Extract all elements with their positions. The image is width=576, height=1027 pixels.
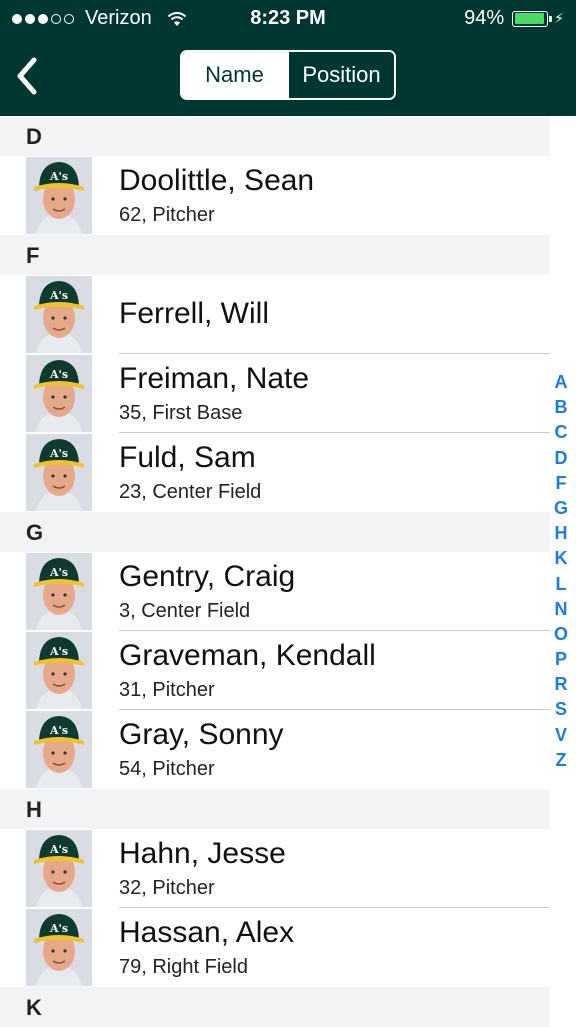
player-photo: A's	[26, 553, 92, 630]
player-name: Graveman, Kendall	[119, 639, 376, 672]
player-row[interactable]: A's Gray, Sonny 54, Pitcher	[0, 710, 550, 789]
player-name: Doolittle, Sean	[119, 164, 315, 197]
player-number-position: 54, Pitcher	[119, 758, 215, 780]
player-number-position: 3, Center Field	[119, 600, 251, 622]
index-letter[interactable]: K	[555, 546, 568, 571]
player-number-position: 79, Right Field	[119, 956, 248, 978]
charging-bolt-icon: ⚡	[554, 10, 564, 26]
index-letter[interactable]: F	[556, 471, 567, 496]
svg-text:A's: A's	[49, 368, 68, 381]
index-letter[interactable]: N	[555, 597, 568, 622]
section-header: K	[0, 987, 550, 1027]
svg-text:A's: A's	[49, 843, 68, 856]
player-photo: A's	[26, 355, 92, 432]
player-photo: A's	[26, 434, 92, 511]
player-row[interactable]: A's Hassan, Alex 79, Right Field	[0, 908, 550, 987]
segment-position[interactable]: Position	[287, 52, 394, 98]
player-number-position: 35, First Base	[119, 402, 243, 424]
index-letter[interactable]: L	[556, 572, 567, 597]
index-letter[interactable]: A	[555, 370, 568, 395]
player-name: Gentry, Craig	[119, 560, 296, 593]
index-letter[interactable]: B	[555, 395, 568, 420]
index-letter[interactable]: R	[555, 672, 568, 697]
alphabet-index[interactable]: ABCDFGHKLNOPRSVZ	[552, 370, 570, 773]
battery-percentage: 94%	[464, 7, 505, 29]
battery-icon	[512, 10, 553, 27]
player-name: Ferrell, Will	[119, 297, 269, 330]
svg-text:A's: A's	[49, 289, 68, 302]
chevron-left-icon	[17, 57, 37, 95]
section-letter: G	[26, 520, 44, 545]
index-letter[interactable]: S	[555, 697, 567, 722]
roster-list[interactable]: D A's Doolittle, Sean 62, Pitcher F A's Fe…	[0, 116, 550, 1027]
section-letter: K	[26, 995, 42, 1020]
player-name: Fuld, Sam	[119, 441, 256, 474]
player-name: Hassan, Alex	[119, 916, 295, 949]
player-name: Gray, Sonny	[119, 718, 284, 751]
player-photo: A's	[26, 909, 92, 986]
index-letter[interactable]: Z	[556, 748, 567, 773]
index-letter[interactable]: G	[554, 496, 568, 521]
section-header: G	[0, 512, 550, 552]
section-header: F	[0, 235, 550, 275]
player-number-position: 62, Pitcher	[119, 204, 215, 226]
player-row[interactable]: A's Hahn, Jesse 32, Pitcher	[0, 829, 550, 908]
player-row[interactable]: A's Ferrell, Will	[0, 275, 550, 354]
navigation-bar: Verizon 8:23 PM 94% ⚡ Name Position	[0, 0, 576, 116]
svg-text:A's: A's	[49, 566, 68, 579]
player-photo: A's	[26, 830, 92, 907]
player-name: Freiman, Nate	[119, 362, 310, 395]
player-row[interactable]: A's Gentry, Craig 3, Center Field	[0, 552, 550, 631]
svg-text:A's: A's	[49, 922, 68, 935]
index-letter[interactable]: P	[555, 647, 567, 672]
svg-text:A's: A's	[49, 170, 68, 183]
player-photo: A's	[26, 157, 92, 234]
index-letter[interactable]: C	[555, 420, 568, 445]
section-header: D	[0, 116, 550, 156]
section-letter: D	[26, 124, 42, 149]
player-number-position: 32, Pitcher	[119, 877, 215, 899]
svg-text:A's: A's	[49, 724, 68, 737]
player-row[interactable]: A's Fuld, Sam 23, Center Field	[0, 433, 550, 512]
player-number-position: 23, Center Field	[119, 481, 262, 503]
player-photo: A's	[26, 632, 92, 709]
index-letter[interactable]: D	[555, 446, 568, 471]
svg-text:A's: A's	[49, 447, 68, 460]
player-photo: A's	[26, 276, 92, 353]
index-letter[interactable]: H	[555, 521, 568, 546]
index-letter[interactable]: O	[554, 622, 568, 647]
player-row[interactable]: A's Freiman, Nate 35, First Base	[0, 354, 550, 433]
sort-segmented-control[interactable]: Name Position	[180, 50, 396, 100]
svg-text:A's: A's	[49, 645, 68, 658]
player-row[interactable]: A's Doolittle, Sean 62, Pitcher	[0, 156, 550, 235]
player-photo: A's	[26, 711, 92, 788]
status-bar: Verizon 8:23 PM 94% ⚡	[0, 0, 576, 38]
index-letter[interactable]: V	[555, 723, 567, 748]
section-letter: F	[26, 243, 40, 268]
section-letter: H	[26, 797, 42, 822]
segment-name[interactable]: Name	[182, 52, 287, 98]
player-name: Hahn, Jesse	[119, 837, 286, 870]
player-number-position: 31, Pitcher	[119, 679, 215, 701]
back-button[interactable]	[14, 56, 44, 96]
player-row[interactable]: A's Graveman, Kendall 31, Pitcher	[0, 631, 550, 710]
section-header: H	[0, 789, 550, 829]
